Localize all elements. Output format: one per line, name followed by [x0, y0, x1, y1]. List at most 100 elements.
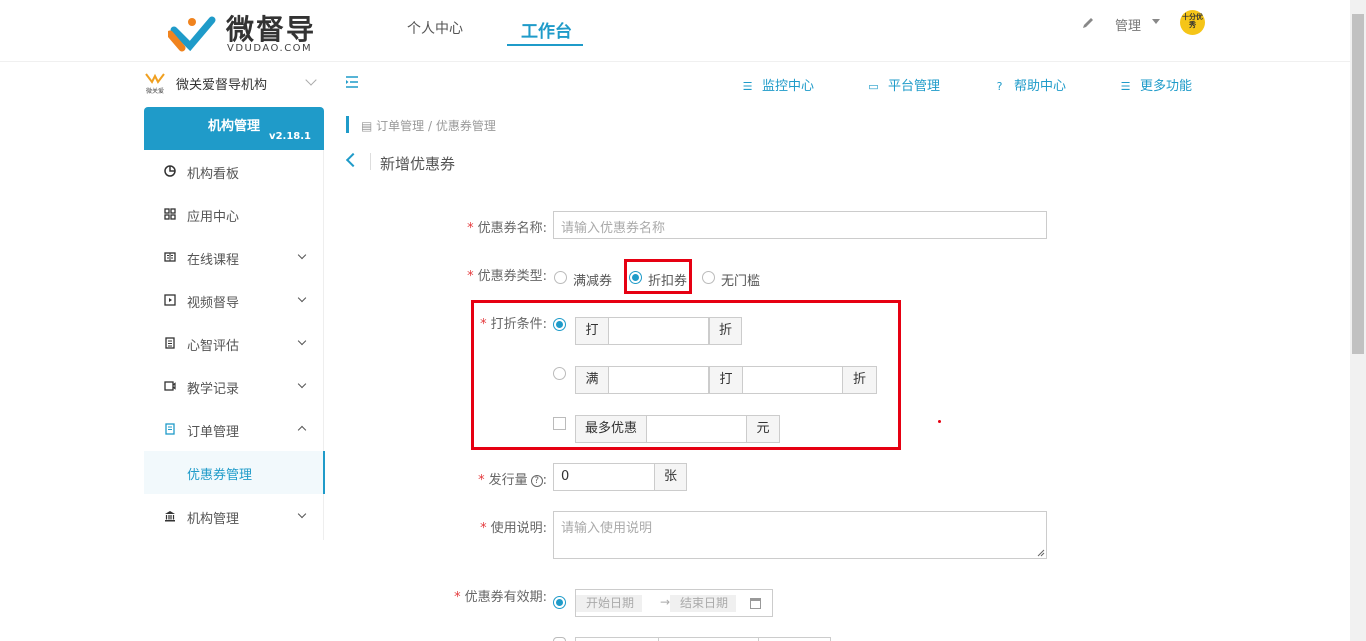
- max-discount-checkbox[interactable]: [553, 417, 566, 430]
- sidebar-item-app-center[interactable]: 应用中心: [144, 193, 324, 236]
- help-center-link[interactable]: ? 帮助中心: [993, 75, 1066, 94]
- help-center-label: 帮助中心: [1014, 79, 1067, 94]
- sidebar-item-mental-assessment[interactable]: 心智评估: [144, 322, 324, 365]
- sidebar-item-label: 心智评估: [187, 339, 240, 354]
- monitor-icon: ☰: [742, 80, 753, 93]
- sidebar-item-online-courses[interactable]: 在线课程: [144, 236, 324, 279]
- chevron-down-icon: [297, 509, 307, 519]
- sidebar-item-label: 在线课程: [187, 253, 240, 268]
- sidebar-item-institution-management[interactable]: 机构管理: [144, 495, 324, 538]
- radio-discount[interactable]: [629, 271, 642, 284]
- coupon-type-label: * 优惠券类型:: [467, 269, 547, 284]
- sidebar: 机构看板 应用中心 在线课程 视频督导 心智评估 教学记录 订单管理 优惠券管理…: [144, 150, 325, 540]
- sidebar-item-coupon-management[interactable]: 优惠券管理: [144, 451, 325, 494]
- validity-days-addon: [575, 637, 659, 641]
- resize-handle-icon[interactable]: [1037, 549, 1045, 557]
- coupon-name-input[interactable]: 请输入优惠券名称: [553, 211, 1047, 239]
- validity-label: * 优惠券有效期:: [454, 590, 547, 605]
- question-icon: ?: [996, 80, 1003, 93]
- logo-text: 微督导: [226, 13, 317, 46]
- question-circle-icon[interactable]: ?: [530, 474, 543, 487]
- radio-validity-days[interactable]: [553, 637, 566, 641]
- validity-days-unit: [758, 637, 831, 641]
- logo[interactable]: 微督导 VDUDAO.COM: [166, 8, 331, 56]
- sidebar-item-video-supervision[interactable]: 视频督导: [144, 279, 324, 322]
- addon-zhe: 折: [842, 366, 877, 394]
- chevron-down-icon: [297, 379, 307, 389]
- max-discount-input[interactable]: [646, 415, 747, 443]
- addon-zhe: 折: [709, 317, 742, 345]
- sidebar-item-label: 优惠券管理: [187, 468, 253, 483]
- admin-menu-label[interactable]: 管理: [1115, 15, 1141, 34]
- addon-man: 满: [575, 366, 609, 394]
- more-features-link[interactable]: ☰ 更多功能: [1119, 75, 1192, 94]
- scrollbar-thumb[interactable]: [1352, 14, 1364, 354]
- title-divider: [370, 153, 371, 170]
- radio-validity-date-range[interactable]: [553, 596, 566, 609]
- logo-subtext: VDUDAO.COM: [227, 43, 313, 54]
- breadcrumb-text: 订单管理 / 优惠券管理: [376, 119, 496, 133]
- addon-yuan: 元: [746, 415, 780, 443]
- threshold-discount-rate-input[interactable]: [742, 366, 843, 394]
- sidebar-item-dashboard[interactable]: 机构看板: [144, 150, 324, 193]
- monitor-center-link[interactable]: ☰ 监控中心: [741, 75, 814, 94]
- addon-zhang: 张: [654, 463, 687, 491]
- breadcrumb-accent-bar: [346, 116, 349, 133]
- nav-personal-center[interactable]: 个人中心: [407, 18, 463, 38]
- quantity-label: * 发行量?:: [478, 473, 547, 488]
- grid-icon: [164, 208, 176, 220]
- nav-workbench[interactable]: 工作台: [521, 17, 572, 42]
- quantity-input[interactable]: 0: [553, 463, 655, 491]
- sidebar-item-label: 机构管理: [187, 512, 240, 527]
- description-textarea[interactable]: 请输入使用说明: [553, 511, 1047, 559]
- date-arrow: →: [660, 595, 671, 609]
- threshold-amount-input[interactable]: [608, 366, 709, 394]
- chevron-down-icon: [297, 250, 307, 260]
- radio-label-full-reduction[interactable]: 满减券: [573, 270, 612, 289]
- chevron-down-icon: [297, 336, 307, 346]
- chevron-up-icon: [297, 425, 307, 435]
- pie-chart-icon: [164, 165, 176, 177]
- caret-down-icon[interactable]: [1152, 19, 1160, 24]
- end-date-input[interactable]: 结束日期: [670, 595, 736, 612]
- addon-max-discount: 最多优惠: [575, 415, 647, 443]
- radio-condition-threshold-discount[interactable]: [553, 367, 566, 380]
- radio-label-discount[interactable]: 折扣券: [648, 270, 687, 289]
- org-logo: 微关爱: [144, 72, 166, 95]
- version-label: v2.18.1: [269, 131, 311, 142]
- back-arrow-icon[interactable]: [345, 152, 361, 168]
- radio-label-no-threshold[interactable]: 无门槛: [721, 270, 760, 289]
- radio-full-reduction[interactable]: [554, 271, 567, 284]
- start-date-input[interactable]: 开始日期: [576, 595, 642, 612]
- sidebar-item-order-management[interactable]: 订单管理: [144, 408, 324, 451]
- more-features-label: 更多功能: [1140, 79, 1193, 94]
- desktop-icon: ▭: [868, 80, 879, 93]
- order-icon: [165, 423, 175, 435]
- validity-days-input[interactable]: [658, 637, 759, 641]
- org-logo-text: 微关爱: [145, 88, 164, 95]
- monitor-center-label: 监控中心: [762, 79, 815, 94]
- page-title: 新增优惠券: [380, 155, 456, 173]
- org-switcher[interactable]: 微关爱 微关爱督导机构: [144, 68, 324, 98]
- chevron-down-icon[interactable]: [305, 74, 317, 86]
- discount-rate-input[interactable]: [608, 317, 709, 345]
- video-icon: [164, 294, 176, 306]
- addon-da: 打: [575, 317, 609, 345]
- date-range-picker[interactable]: 开始日期 → 结束日期: [575, 589, 773, 617]
- sidebar-item-teaching-records[interactable]: 教学记录: [144, 365, 324, 408]
- radio-condition-direct-discount[interactable]: [553, 318, 566, 331]
- list-icon: [165, 337, 175, 349]
- radio-no-threshold[interactable]: [702, 271, 715, 284]
- pencil-icon[interactable]: [1081, 16, 1095, 30]
- calendar-icon[interactable]: [750, 598, 761, 609]
- page-scrollbar[interactable]: [1350, 0, 1366, 641]
- red-dot-mark: [938, 420, 941, 423]
- addon-da: 打: [709, 366, 743, 394]
- org-name: 微关爱督导机构: [176, 78, 268, 93]
- menu-collapse-icon[interactable]: [345, 76, 359, 88]
- nav-active-underline: [507, 44, 583, 46]
- platform-management-link[interactable]: ▭ 平台管理: [867, 75, 940, 94]
- avatar[interactable]: 十分优秀: [1180, 10, 1205, 35]
- list-menu-icon: ☰: [1120, 80, 1131, 93]
- breadcrumb: ▤ 订单管理 / 优惠券管理: [361, 117, 496, 134]
